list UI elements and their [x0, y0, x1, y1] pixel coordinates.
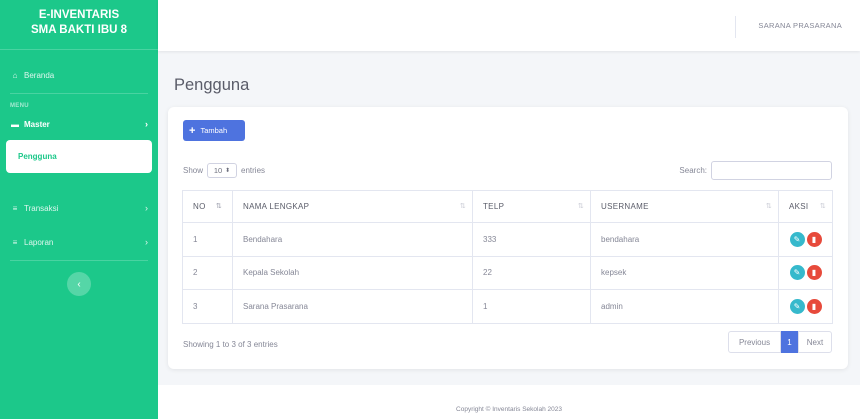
sidebar-divider: [10, 260, 148, 261]
page-title: Pengguna: [174, 76, 250, 94]
topbar: SARANA PRASARANA: [158, 0, 860, 51]
cell-nama: Kepala Sekolah: [232, 255, 473, 290]
trash-icon[interactable]: ▮: [806, 298, 822, 314]
topbar-divider: [735, 16, 736, 38]
sidebar-heading: MENU: [10, 103, 29, 109]
search-control: Search:: [679, 161, 832, 180]
add-button-label: Tambah: [200, 126, 228, 135]
user-menu[interactable]: SARANA PRASARANA: [758, 21, 842, 30]
entries-label: entries: [241, 166, 266, 175]
sort-icon: ⇅: [577, 203, 584, 210]
pagination: Previous 1 Next: [728, 331, 832, 353]
cell-username: admin: [590, 289, 779, 324]
sidebar-item-label: Transaksi: [24, 203, 59, 213]
edit-icon[interactable]: ✎: [789, 298, 805, 314]
column-header-telp[interactable]: TELP ⇅: [472, 190, 591, 223]
cell-no: 1: [182, 222, 233, 257]
plus-icon: +: [189, 124, 196, 137]
cell-aksi: ✎ ▮: [778, 222, 833, 257]
trash-icon[interactable]: ▮: [806, 231, 822, 247]
sort-icon: ⇅: [819, 203, 826, 210]
users-table: NO ⇅ NAMA LENGKAP ⇅ TELP ⇅ USERNAME ⇅ AKSI ⇅ …: [182, 190, 833, 324]
edit-icon[interactable]: ✎: [789, 265, 805, 281]
add-button[interactable]: + Tambah: [183, 120, 245, 141]
column-header-username[interactable]: USERNAME ⇅: [590, 190, 779, 223]
sidebar-item-label: Master: [24, 119, 50, 129]
cell-aksi: ✎ ▮: [778, 289, 833, 324]
pagination-previous[interactable]: Previous: [728, 331, 781, 353]
search-input[interactable]: [711, 161, 832, 180]
table-row: 1 Bendahara 333 bendahara ✎ ▮: [182, 222, 833, 257]
column-header-nama[interactable]: NAMA LENGKAP ⇅: [232, 190, 473, 223]
home-icon: ⌂: [12, 70, 18, 80]
entries-select[interactable]: 10 ⬍: [207, 163, 238, 178]
column-header-no[interactable]: NO ⇅: [182, 190, 233, 223]
sort-icon: ⇅: [215, 203, 222, 210]
sidebar-item-label: Laporan: [24, 237, 54, 247]
list-icon: ≡: [12, 237, 18, 247]
cell-telp: 333: [472, 222, 591, 257]
entries-select-value: 10: [213, 166, 223, 175]
cell-username: bendahara: [590, 222, 779, 257]
footer: Copyright © Inventaris Sekolah 2023: [158, 385, 860, 419]
search-label: Search:: [679, 166, 707, 175]
trash-icon[interactable]: ▮: [806, 265, 822, 281]
cell-nama: Sarana Prasarana: [232, 289, 473, 324]
table-row: 3 Sarana Prasarana 1 admin ✎ ▮: [182, 289, 833, 324]
pagination-page-1[interactable]: 1: [781, 331, 798, 353]
select-arrows-icon: ⬍: [225, 168, 231, 174]
sidebar-item-laporan[interactable]: ≡ Laporan ›: [0, 230, 158, 254]
cell-aksi: ✎ ▮: [778, 255, 833, 290]
chevron-right-icon: ›: [145, 237, 148, 247]
show-label: Show: [183, 166, 204, 175]
footer-copyright: Copyright © Inventaris Sekolah 2023: [456, 406, 562, 413]
cell-telp: 22: [472, 255, 591, 290]
cell-no: 3: [182, 289, 233, 324]
edit-icon[interactable]: ✎: [789, 231, 805, 247]
cell-nama: Bendahara: [232, 222, 473, 257]
content-card: + Tambah Show 10 ⬍ entries Search: NO ⇅ N…: [168, 107, 848, 369]
sort-icon: ⇅: [765, 203, 772, 210]
column-header-aksi[interactable]: AKSI ⇅: [778, 190, 833, 223]
chevron-right-icon: ›: [145, 119, 148, 129]
cell-telp: 1: [472, 289, 591, 324]
brand-title: E-INVENTARIS: [38, 9, 120, 21]
entries-length-control: Show 10 ⬍ entries: [183, 163, 265, 178]
sidebar-item-label: Beranda: [24, 70, 55, 80]
cell-no: 2: [182, 255, 233, 290]
pagination-next[interactable]: Next: [798, 331, 832, 353]
table-header-row: NO ⇅ NAMA LENGKAP ⇅ TELP ⇅ USERNAME ⇅ AKSI ⇅: [182, 190, 833, 223]
sidebar-subitem-pengguna[interactable]: Pengguna: [6, 140, 152, 173]
sidebar-subitem-label: Pengguna: [18, 152, 57, 161]
list-icon: ≡: [12, 203, 18, 213]
brand-school: SMA BAKTI IBU 8: [30, 24, 128, 36]
sort-icon: ⇅: [459, 203, 466, 210]
sidebar-item-transaksi[interactable]: ≡ Transaksi ›: [0, 196, 158, 220]
sidebar-toggle-button[interactable]: ‹: [67, 272, 91, 296]
brand[interactable]: E-INVENTARIS SMA BAKTI IBU 8: [0, 0, 158, 50]
chevron-right-icon: ›: [145, 203, 148, 213]
folder-icon: ▬: [11, 119, 19, 129]
table-info: Showing 1 to 3 of 3 entries: [183, 340, 278, 349]
chevron-left-icon: ‹: [77, 278, 81, 290]
sidebar-item-master[interactable]: ▬ Master ›: [0, 112, 158, 136]
cell-username: kepsek: [590, 255, 779, 290]
table-row: 2 Kepala Sekolah 22 kepsek ✎ ▮: [182, 255, 833, 290]
sidebar-item-beranda[interactable]: ⌂ Beranda: [0, 63, 158, 87]
sidebar: E-INVENTARIS SMA BAKTI IBU 8 ⌂ Beranda M…: [0, 0, 158, 419]
